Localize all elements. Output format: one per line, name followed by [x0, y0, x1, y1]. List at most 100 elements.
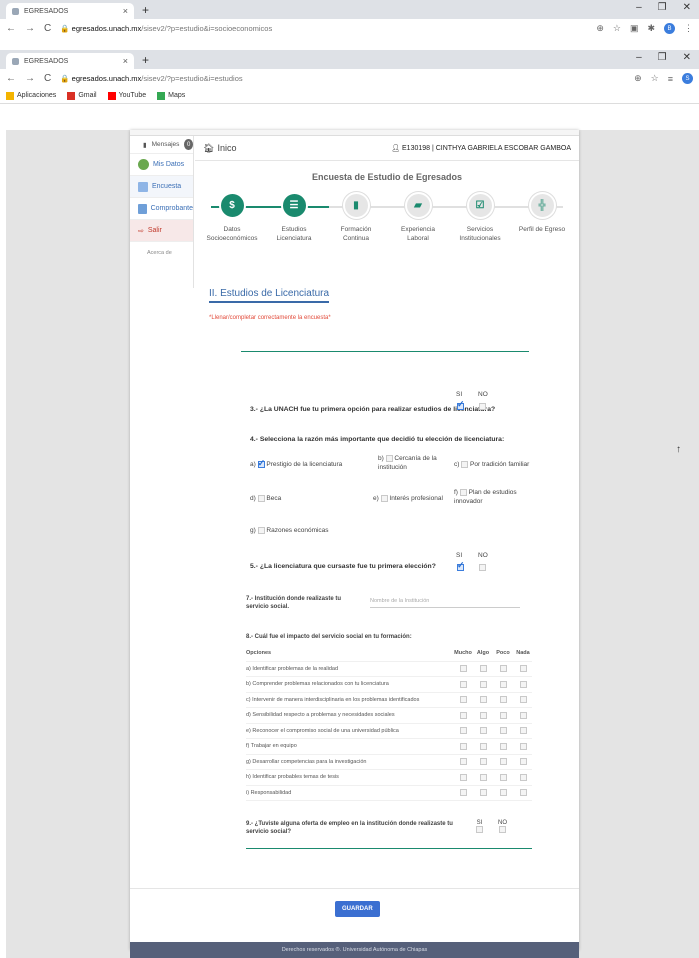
puzzle-icon[interactable]: ✱ [647, 23, 655, 34]
bookmark-gmail[interactable]: Gmail [67, 91, 97, 100]
radio-algo[interactable] [474, 727, 492, 735]
sidebar-item-encuesta[interactable]: Encuesta [130, 176, 193, 198]
radio-nada[interactable] [514, 742, 532, 750]
bookmark-youtube[interactable]: YouTube [107, 91, 146, 100]
profile-avatar[interactable]: S [682, 73, 693, 84]
home-link[interactable]: 🏠︎ Inico [203, 143, 236, 154]
close-tab-icon[interactable]: × [123, 6, 128, 16]
save-button[interactable]: GUARDAR [335, 901, 380, 917]
forward-icon[interactable]: → [25, 73, 35, 84]
radio-nada[interactable] [514, 711, 532, 719]
radio-algo[interactable] [474, 773, 492, 781]
checkbox[interactable] [459, 489, 467, 496]
radio-mucho[interactable] [454, 665, 472, 673]
extension-icon[interactable]: ▣ [630, 23, 639, 34]
radio-poco[interactable] [494, 727, 512, 735]
checkbox[interactable] [499, 826, 506, 833]
address-bar[interactable]: 🔒 egresados.unach.mx/sisev2/?p=estudio&i… [60, 24, 587, 33]
radio-algo[interactable] [474, 680, 492, 688]
maximize-icon[interactable]: ❐ [658, 2, 667, 13]
new-tab-button[interactable]: + [142, 3, 149, 17]
radio-nada[interactable] [514, 665, 532, 673]
minimize-icon[interactable]: – [636, 52, 642, 63]
q4-option-g[interactable]: g) Razones económicas [250, 527, 329, 536]
institution-input[interactable]: Nombre de la Institución [370, 598, 520, 608]
radio-mucho[interactable] [454, 680, 472, 688]
radio-algo[interactable] [474, 742, 492, 750]
back-icon[interactable]: ← [6, 23, 16, 34]
radio-algo[interactable] [474, 758, 492, 766]
radio-nada[interactable] [514, 727, 532, 735]
sidebar-item-comprobante[interactable]: Comprobante [130, 198, 193, 220]
radio-poco[interactable] [494, 773, 512, 781]
close-window-icon[interactable]: ✕ [683, 52, 691, 63]
radio-nada[interactable] [514, 680, 532, 688]
checkbox[interactable] [380, 495, 388, 502]
radio-poco[interactable] [494, 789, 512, 797]
q4-option-c[interactable]: c) Por tradición familiar [454, 461, 529, 470]
menu-icon[interactable]: ⋮ [684, 23, 693, 34]
radio-nada[interactable] [514, 789, 532, 797]
address-bar[interactable]: 🔒 egresados.unach.mx/sisev2/?p=estudio&i… [60, 74, 625, 83]
radio-algo[interactable] [474, 665, 492, 673]
radio-poco[interactable] [494, 680, 512, 688]
sidebar-item-mis-datos[interactable]: Mis Datos [130, 154, 193, 176]
close-tab-icon[interactable]: × [123, 56, 128, 66]
browser-tab[interactable]: EGRESADOS × [6, 3, 134, 19]
step-servicios[interactable]: ☑ Servicios Institucionales [452, 192, 508, 244]
forward-icon[interactable]: → [25, 23, 35, 34]
radio-algo[interactable] [474, 789, 492, 797]
zoom-icon[interactable]: ⊕ [634, 73, 642, 84]
radio-nada[interactable] [514, 773, 532, 781]
browser-tab[interactable]: EGRESADOS × [6, 53, 134, 69]
step-licenciatura[interactable]: ☰ Estudios Licenciatura [266, 192, 322, 244]
q5-yes-checkbox[interactable] [457, 560, 465, 571]
radio-poco[interactable] [494, 665, 512, 673]
zoom-icon[interactable]: ⊕ [596, 23, 604, 34]
close-window-icon[interactable]: ✕ [683, 2, 691, 13]
step-experiencia[interactable]: ▰ Experiencia Laboral [390, 192, 446, 244]
q4-option-a[interactable]: a) Prestigio de la licenciatura [250, 457, 342, 470]
q3-no-checkbox[interactable] [479, 403, 486, 410]
bookmark-maps[interactable]: Maps [157, 91, 185, 100]
messages-row[interactable]: ▮ Mensajes 0 [130, 136, 193, 154]
checkbox[interactable] [257, 495, 265, 502]
radio-nada[interactable] [514, 758, 532, 766]
step-formacion[interactable]: ▮ Formación Continua [328, 192, 384, 244]
radio-mucho[interactable] [454, 711, 472, 719]
checkbox[interactable] [257, 457, 265, 469]
step-perfil[interactable]: ╬ Perfil de Egreso [514, 192, 570, 244]
q9-yes[interactable]: SI [476, 820, 483, 833]
q5-no-checkbox[interactable] [479, 564, 486, 571]
reload-icon[interactable]: C [44, 23, 51, 34]
reload-icon[interactable]: C [44, 73, 51, 84]
radio-algo[interactable] [474, 696, 492, 704]
step-socioeconomicos[interactable]: $ Datos Socioeconómicos [204, 192, 260, 244]
checkbox[interactable] [476, 826, 483, 833]
radio-mucho[interactable] [454, 742, 472, 750]
radio-mucho[interactable] [454, 773, 472, 781]
minimize-icon[interactable]: – [636, 2, 642, 13]
radio-poco[interactable] [494, 758, 512, 766]
radio-algo[interactable] [474, 711, 492, 719]
radio-nada[interactable] [514, 696, 532, 704]
reading-list-icon[interactable]: ≡ [668, 74, 673, 84]
radio-poco[interactable] [494, 696, 512, 704]
radio-mucho[interactable] [454, 696, 472, 704]
q4-option-b[interactable]: b) Cercanía de la institución [378, 455, 437, 473]
q4-option-e[interactable]: e) Interés profesional [373, 495, 443, 504]
profile-avatar[interactable]: B [664, 23, 675, 34]
sidebar-item-salir[interactable]: ⇨ Salir [130, 220, 193, 242]
radio-poco[interactable] [494, 711, 512, 719]
q4-option-d[interactable]: d) Beca [250, 495, 281, 504]
checkbox[interactable] [461, 461, 469, 468]
bookmark-apps[interactable]: Aplicaciones [6, 91, 56, 100]
radio-mucho[interactable] [454, 758, 472, 766]
radio-mucho[interactable] [454, 727, 472, 735]
q4-option-f[interactable]: f) Plan de estudios innovador [454, 489, 517, 507]
checkbox[interactable] [385, 455, 393, 462]
star-icon[interactable]: ☆ [651, 73, 659, 84]
radio-mucho[interactable] [454, 789, 472, 797]
radio-poco[interactable] [494, 742, 512, 750]
scroll-up-icon[interactable]: ↑ [676, 444, 681, 455]
